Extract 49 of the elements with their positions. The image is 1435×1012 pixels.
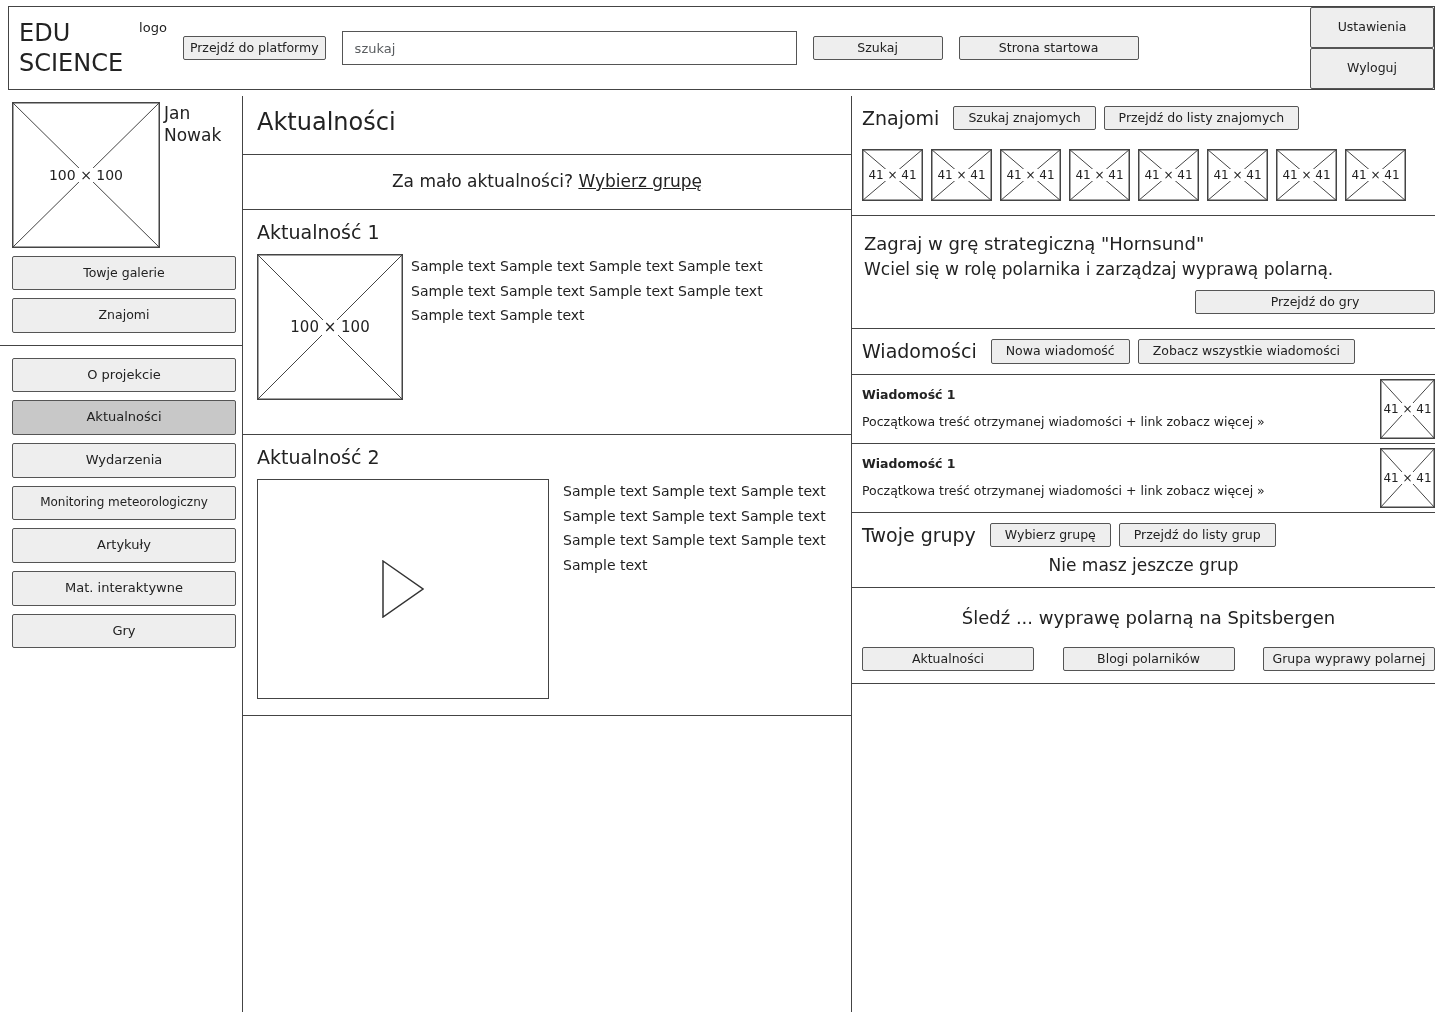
- sidebar-button[interactable]: Znajomi: [12, 298, 236, 333]
- logo-text: EDU: [19, 18, 72, 48]
- sidebar-button[interactable]: Towje galerie: [12, 256, 236, 291]
- logo-text: SCIENCE: [19, 48, 124, 78]
- search-field[interactable]: szukaj: [341, 31, 797, 65]
- section-title: Znajomi: [862, 106, 940, 131]
- account-button[interactable]: Ustawienia: [1310, 7, 1434, 48]
- platform-button[interactable]: Przejdź do platformy: [182, 35, 326, 61]
- section-button[interactable]: Wybierz grupę: [989, 522, 1111, 548]
- section-title: Wiadomości: [862, 339, 977, 365]
- page-title: Aktualności: [257, 107, 397, 138]
- news-text: Sample text Sample text Sample text Sample text Sample text Sample text Sample text Sample text Sample text Sample text: [411, 257, 764, 325]
- follow-button[interactable]: Aktualności: [862, 646, 1034, 671]
- news-title: Aktualność 2: [257, 444, 381, 470]
- game-title: Zagraj w grę strategiczną "Hornsund": [864, 231, 1206, 256]
- section-button[interactable]: Szukaj znajomych: [953, 106, 1096, 131]
- home-button[interactable]: Strona startowa: [958, 35, 1139, 61]
- follow-button[interactable]: Grupa wyprawy polarnej: [1263, 646, 1435, 671]
- nav-item[interactable]: Wydarzenia: [12, 443, 236, 479]
- message-title: Wiadomość 1: [862, 386, 957, 404]
- section-button[interactable]: Przejdź do listy grup: [1118, 522, 1276, 548]
- section-button[interactable]: Nowa wiadomość: [990, 339, 1130, 364]
- prompt-link[interactable]: Wybierz grupę: [578, 171, 703, 191]
- follow-title: Śledź ... wyprawę polarną na Spitsbergen: [960, 605, 1337, 630]
- message-preview: Początkowa treść otrzymanej wiadomości + link zobacz więcej »: [862, 412, 1266, 431]
- nav-item[interactable]: Artykuły: [12, 527, 236, 563]
- message-preview: Początkowa treść otrzymanej wiadomości + link zobacz więcej »: [862, 481, 1266, 500]
- game-description: Wciel się w rolę polarnika i zarządzaj wyprawą polarną.: [864, 257, 1335, 281]
- nav-item[interactable]: Gry: [12, 613, 236, 649]
- nav-item[interactable]: Aktualności: [12, 400, 236, 436]
- nav-item[interactable]: Monitoring meteorologiczny: [12, 486, 236, 520]
- news-text: Sample text Sample text Sample text Sample text Sample text Sample text Sample text Sample text Sample text Sample text: [563, 482, 827, 575]
- logo-label: logo: [139, 19, 167, 37]
- follow-button[interactable]: Blogi polarników: [1062, 646, 1235, 671]
- section-button[interactable]: Przejdź do listy znajomych: [1103, 106, 1300, 131]
- section-title: Twoje grupy: [862, 522, 976, 548]
- account-button[interactable]: Wyloguj: [1310, 48, 1434, 89]
- search-button[interactable]: Szukaj: [812, 35, 943, 61]
- prompt-text: Za mało aktualności?: [391, 171, 574, 191]
- empty-text: Nie masz jeszcze grup: [1047, 554, 1240, 578]
- section-button[interactable]: Zobacz wszystkie wiadomości: [1137, 339, 1356, 364]
- play-icon[interactable]: [382, 560, 424, 618]
- user-name: Jan Nowak: [164, 102, 223, 148]
- game-button[interactable]: Przejdź do gry: [1195, 290, 1435, 315]
- nav-item[interactable]: Mat. interaktywne: [12, 570, 236, 606]
- nav-item[interactable]: O projekcie: [12, 357, 236, 393]
- news-title: Aktualność 1: [257, 219, 381, 245]
- size-label: 100 × 100: [48, 168, 124, 182]
- message-title: Wiadomość 1: [862, 455, 957, 473]
